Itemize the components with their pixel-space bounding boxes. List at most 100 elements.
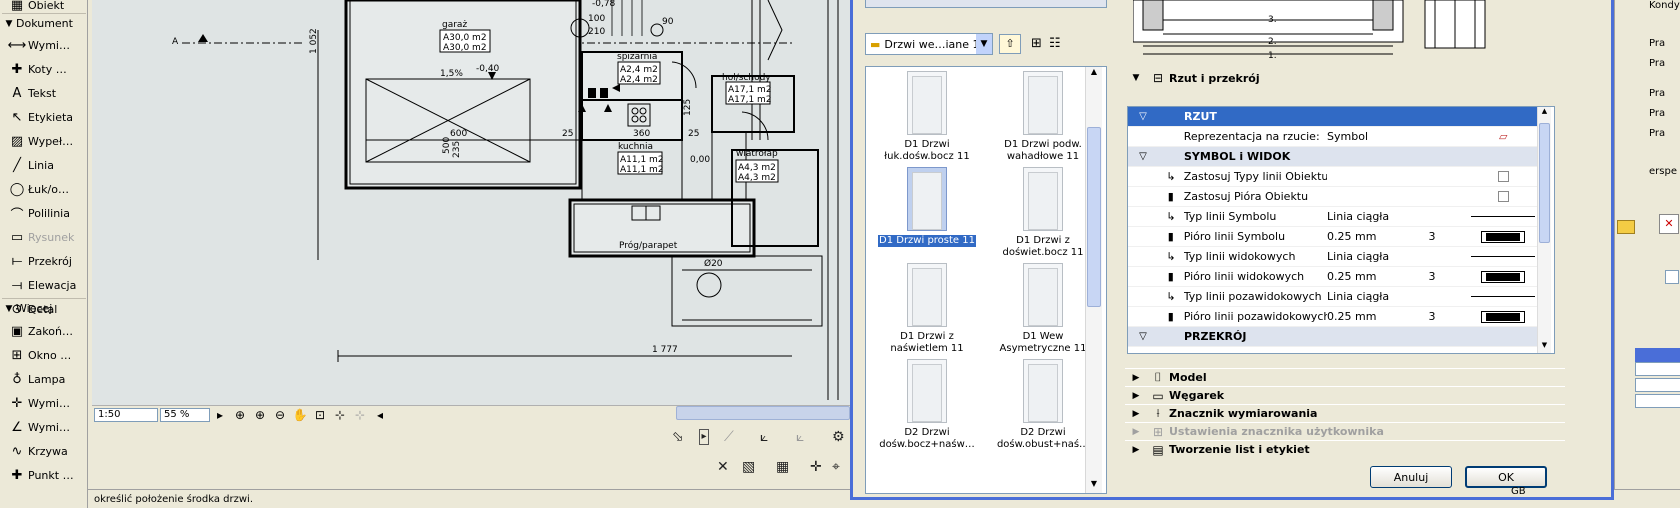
pan-icon[interactable]: ✋ <box>290 408 310 422</box>
field[interactable] <box>1635 394 1680 408</box>
property-section[interactable]: ▽ PRZEKRÓJ <box>1128 327 1538 347</box>
library-folder-select[interactable]: ▬ Drzwi we…iane 11 ▼ <box>865 33 993 55</box>
field[interactable] <box>1635 362 1680 376</box>
library-item[interactable]: D2 Drzwi dośw.bocz+naśw… <box>872 359 982 451</box>
coordinate-icon[interactable]: ✛ <box>810 459 822 475</box>
pen-color-swatch[interactable] <box>1481 230 1526 243</box>
zoom-field[interactable]: 55 % <box>160 407 210 422</box>
library-item[interactable]: D1 Drzwi z doświet.bocz 11 <box>988 167 1098 259</box>
property-value[interactable]: Symbol <box>1327 130 1429 143</box>
relative-construction-icon[interactable]: ⌖ <box>832 459 840 475</box>
property-number[interactable]: 3 <box>1429 230 1469 243</box>
property-row[interactable]: ▮ Pióro linii pozawidokowych 0.25 mm 3 <box>1128 307 1538 327</box>
checkbox[interactable] <box>1497 191 1509 202</box>
scroll-thumb[interactable] <box>1087 127 1101 307</box>
tool-item[interactable]: ∠ Wymi… <box>6 416 86 438</box>
scroll-down-icon[interactable]: ▼ <box>1538 341 1551 353</box>
method-popup-icon[interactable]: ▸ <box>699 429 709 445</box>
field[interactable] <box>1665 270 1679 284</box>
property-value[interactable]: Linia ciągła <box>1327 250 1429 263</box>
property-row[interactable]: ▮ Pióro linii Symbolu 0.25 mm 3 <box>1128 227 1538 247</box>
line-type-preview[interactable] <box>1471 256 1536 257</box>
toolbox-section-more[interactable]: ▼ Więcej <box>2 298 86 318</box>
scroll-left-icon[interactable]: ◂ <box>370 408 390 422</box>
library-item-list[interactable]: D1 Drzwi łuk.dośw.bocz 11 D1 Drzwi podw.… <box>865 66 1107 494</box>
property-value[interactable]: 0.25 mm <box>1327 310 1429 323</box>
group-plan-section[interactable]: ▼ ⊟ Rzut i przekrój <box>1125 69 1565 87</box>
list-view-icon[interactable]: ☷ <box>1049 36 1061 51</box>
floor-plan-canvas[interactable]: garaż A30,0 m2 A30,0 m2 spiżarnia A2,4 m… <box>92 0 850 405</box>
property-value[interactable]: Linia ciągła <box>1327 290 1429 303</box>
library-scrollbar[interactable]: ▲ ▼ <box>1085 67 1102 493</box>
line-type-preview[interactable] <box>1471 216 1536 217</box>
previous-zoom-icon[interactable]: ⊹ <box>330 408 350 422</box>
line-type-preview[interactable] <box>1471 296 1536 297</box>
library-item[interactable]: D2 Drzwi dośw.obust+naś… <box>988 359 1098 451</box>
tool-item[interactable]: ✛ Wymi… <box>6 392 86 414</box>
scroll-thumb[interactable] <box>1539 123 1550 243</box>
snap-guide-icon[interactable]: ⟀ <box>796 429 804 445</box>
zoom-in-icon[interactable]: ⊕ <box>250 408 270 422</box>
scroll-up-icon[interactable]: ▲ <box>1538 107 1551 119</box>
pen-color-swatch[interactable] <box>1481 270 1526 283</box>
tool-item[interactable]: ╱ Linia <box>6 154 86 176</box>
delete-icon[interactable]: ✕ <box>1659 214 1679 234</box>
ok-button[interactable]: OK <box>1465 466 1547 488</box>
gravity-icon[interactable]: ⚙ <box>832 429 845 445</box>
tool-item[interactable]: ◯ Łuk/o… <box>6 178 86 200</box>
view-mode-icon[interactable]: ⊞ <box>1031 36 1042 51</box>
property-scrollbar[interactable]: ▲ ▼ <box>1537 107 1551 353</box>
grid-snap-icon[interactable]: ▧ <box>742 459 755 475</box>
property-section[interactable]: ▽ SYMBOL i WIDOK <box>1128 147 1538 167</box>
tool-item[interactable]: ⌒ Polilinia <box>6 202 86 224</box>
next-zoom-icon[interactable]: ⊹ <box>350 408 370 422</box>
settings-group[interactable]: ▶ ▭ Węgarek <box>1125 386 1565 404</box>
snap-icon[interactable]: ⟀ <box>760 429 768 445</box>
library-item[interactable]: D1 Drzwi proste 11 <box>872 167 982 247</box>
settings-group[interactable]: ▶ ⊞ Ustawienia znacznika użytkownika <box>1125 422 1565 440</box>
library-item[interactable]: D1 Wew Asymetryczne 11 <box>988 263 1098 355</box>
zoom-out-icon[interactable]: ⊖ <box>270 408 290 422</box>
tool-item[interactable]: ▨ Wypeł… <box>6 130 86 152</box>
property-row[interactable]: Reprezentacja na rzucie: Symbol ▱ <box>1128 127 1538 147</box>
pen-color-swatch[interactable] <box>1481 310 1526 323</box>
tool-item[interactable]: ⟷ Wymi… <box>6 34 86 56</box>
settings-group[interactable]: ▶ ▤ Tworzenie list i etykiet <box>1125 440 1565 458</box>
library-item[interactable]: D1 Drzwi łuk.dośw.bocz 11 <box>872 71 982 163</box>
cancel-x-icon[interactable]: ✕ <box>717 459 729 475</box>
property-section[interactable]: ▽ RZUT <box>1128 107 1538 127</box>
property-row[interactable]: ▮ Pióro linii widokowych 0.25 mm 3 <box>1128 267 1538 287</box>
tool-item[interactable]: ∿ Krzywa <box>6 440 86 462</box>
tool-item[interactable]: ↖ Etykieta <box>6 106 86 128</box>
property-number[interactable]: 3 <box>1429 310 1469 323</box>
property-table[interactable]: ▽ RZUT Reprezentacja na rzucie: Symbol ▱… <box>1127 106 1555 354</box>
property-row[interactable]: ↳ Typ linii pozawidokowych Linia ciągła <box>1128 287 1538 307</box>
property-row[interactable]: ↳ Typ linii Symbolu Linia ciągła <box>1128 207 1538 227</box>
rotate-icon[interactable]: ⟋ <box>724 429 734 445</box>
property-row[interactable]: ↳ Typ linii widokowych Linia ciągła <box>1128 247 1538 267</box>
tool-item[interactable]: ✚ Punkt … <box>6 464 86 486</box>
property-number[interactable]: 3 <box>1429 270 1469 283</box>
tool-item[interactable]: ⟞ Elewacja <box>6 274 86 296</box>
tool-item[interactable]: ▣ Zakoń… <box>6 320 86 342</box>
tool-item[interactable]: A Tekst <box>6 82 86 104</box>
property-row[interactable]: ▮ Zastosuj Pióra Obiektu <box>1128 187 1538 207</box>
tool-item[interactable]: ♁ Lampa <box>6 368 86 390</box>
library-tree-bottom[interactable] <box>865 0 1107 8</box>
zoom-menu-arrow-icon[interactable]: ▸ <box>210 408 230 422</box>
property-value[interactable]: 0.25 mm <box>1327 230 1429 243</box>
folder-icon[interactable] <box>1617 220 1635 234</box>
folder-up-icon[interactable]: ⇧ <box>999 34 1021 54</box>
fit-window-icon[interactable]: ⊡ <box>310 408 330 422</box>
property-row[interactable]: ↳ Zastosuj Typy linii Obiektu <box>1128 167 1538 187</box>
grid-icon[interactable]: ▦ <box>776 459 789 475</box>
plan-symbol-icon[interactable]: ▱ <box>1499 130 1507 143</box>
tool-item[interactable]: ✚ Koty … <box>6 58 86 80</box>
library-item[interactable]: D1 Drzwi podw. wahadłowe 11 <box>988 71 1098 163</box>
tool-item[interactable]: ⊞ Okno … <box>6 344 86 366</box>
cancel-button[interactable]: Anuluj <box>1370 466 1452 488</box>
settings-group[interactable]: ▶ ⟊ Znacznik wymiarowania <box>1125 404 1565 422</box>
horizontal-scrollbar[interactable] <box>676 406 850 420</box>
tool-item[interactable]: ▭ Rysunek <box>6 226 86 248</box>
scroll-up-icon[interactable]: ▲ <box>1087 67 1101 81</box>
